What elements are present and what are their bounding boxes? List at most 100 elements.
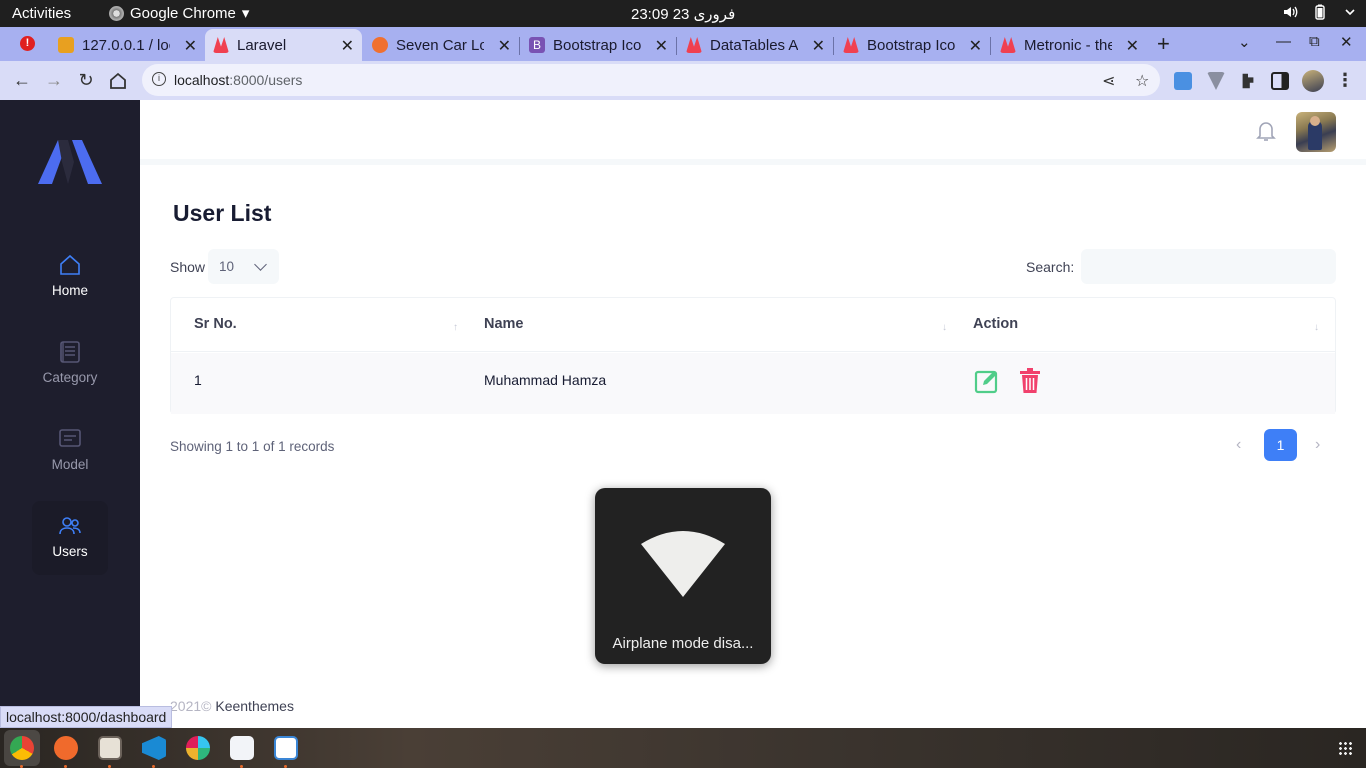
- browser-toolbar: ← → ↻ i localhost:8000/users ⋖ ☆ ⋮: [0, 61, 1366, 100]
- link-status-bubble: localhost:8000/dashboard: [0, 706, 173, 728]
- side-panel-icon[interactable]: [1271, 72, 1289, 90]
- document-viewer-dock-icon[interactable]: [274, 736, 298, 760]
- home-button-icon[interactable]: [108, 71, 128, 91]
- text-editor-dock-icon[interactable]: [230, 736, 254, 760]
- close-tab-icon[interactable]: ✕: [184, 36, 197, 56]
- user-avatar[interactable]: [1296, 112, 1336, 152]
- tab-datatables[interactable]: DataTables Advanced ✕: [678, 29, 833, 61]
- profile-avatar[interactable]: [1302, 70, 1324, 92]
- extension-icon[interactable]: [1174, 72, 1192, 90]
- category-icon: [60, 341, 80, 363]
- airplane-mode-osd: Airplane mode disa...: [595, 488, 771, 664]
- sidebar-item-category[interactable]: Category: [32, 327, 108, 401]
- url-text[interactable]: localhost:8000/users: [174, 72, 302, 88]
- tab-favicon-icon: [213, 37, 229, 53]
- vscode-dock-icon[interactable]: [142, 736, 166, 760]
- pagination-page-button[interactable]: 1: [1264, 429, 1297, 461]
- tab-laravel[interactable]: Laravel ✕: [205, 29, 362, 61]
- app-sidebar: Home Category Model Users: [0, 100, 140, 728]
- tab-bootstrap-icons-2[interactable]: Bootstrap Icons ✕: [835, 29, 990, 61]
- new-tab-plus-icon[interactable]: +: [1157, 31, 1170, 57]
- volume-icon: [1284, 6, 1298, 18]
- caret-down-icon: ▾: [241, 5, 250, 22]
- tab-search-chevron-icon[interactable]: ⌄: [1238, 33, 1251, 51]
- length-label: Show: [170, 259, 206, 275]
- postman-dock-icon[interactable]: [54, 736, 78, 760]
- address-bar[interactable]: i localhost:8000/users ⋖ ☆: [142, 64, 1160, 96]
- sidebar-item-label: Category: [42, 370, 98, 385]
- sort-asc-icon: ↑: [453, 322, 458, 333]
- files-dock-icon[interactable]: [98, 736, 122, 760]
- close-window-icon[interactable]: ✕: [1340, 33, 1353, 51]
- tab-favicon-icon: [686, 37, 702, 53]
- clock[interactable]: 23:09 23 فروری: [631, 5, 735, 23]
- search-label: Search:: [1026, 259, 1075, 275]
- puzzle-icon[interactable]: [1242, 73, 1254, 89]
- close-tab-icon[interactable]: ✕: [655, 36, 668, 56]
- delete-trash-icon[interactable]: [1019, 368, 1041, 394]
- vue-devtools-icon[interactable]: [1207, 72, 1225, 90]
- sidebar-item-model[interactable]: Model: [32, 414, 108, 488]
- warning-icon[interactable]: !: [20, 36, 35, 51]
- tab-bootstrap-icons[interactable]: B Bootstrap Icons ✕: [521, 29, 676, 61]
- footer-brand-link[interactable]: Keenthemes: [215, 698, 294, 714]
- slack-dock-icon[interactable]: [186, 736, 210, 760]
- column-header-name[interactable]: Name: [484, 316, 524, 332]
- app-logo[interactable]: [38, 140, 102, 184]
- length-select[interactable]: 10: [208, 249, 279, 284]
- tab-seven-car[interactable]: Seven Car Lounge ✕: [364, 29, 519, 61]
- sidebar-item-users[interactable]: Users: [32, 501, 108, 575]
- bookmark-star-icon[interactable]: ☆: [1135, 71, 1149, 91]
- system-top-bar: Activities Google Chrome ▾ 23:09 23 فرور…: [0, 0, 1366, 27]
- close-tab-icon[interactable]: ✕: [812, 36, 825, 56]
- users-table: Sr No. ↑ Name ↓ Action ↓ 1 Muhammad Hamz…: [170, 297, 1336, 414]
- column-header-sr-no[interactable]: Sr No.: [194, 316, 237, 332]
- notification-bell-icon[interactable]: [1256, 120, 1276, 142]
- close-tab-icon[interactable]: ✕: [969, 36, 982, 56]
- system-tray[interactable]: [1282, 4, 1358, 20]
- footer: 2021© Keenthemes: [170, 698, 294, 714]
- wifi-icon: [641, 531, 725, 597]
- sidebar-item-label: Users: [52, 544, 88, 559]
- tab-separator: [676, 37, 677, 55]
- tab-favicon-icon: [1000, 37, 1016, 53]
- app-menu[interactable]: Google Chrome ▾: [109, 4, 249, 22]
- reload-icon[interactable]: ↻: [75, 69, 97, 91]
- close-tab-icon[interactable]: ✕: [498, 36, 511, 56]
- share-icon[interactable]: ⋖: [1102, 71, 1115, 91]
- pagination-prev-icon[interactable]: ‹: [1236, 436, 1241, 454]
- sidebar-item-home[interactable]: Home: [32, 240, 108, 314]
- site-info-icon[interactable]: i: [152, 72, 166, 86]
- sort-icon: ↓: [942, 322, 947, 333]
- users-icon: [59, 517, 81, 535]
- tab-title: Bootstrap Icons: [553, 36, 641, 54]
- tab-title: Laravel: [237, 36, 287, 54]
- table-info: Showing 1 to 1 of 1 records: [170, 439, 335, 454]
- cell-name: Muhammad Hamza: [484, 372, 607, 388]
- kebab-menu-icon[interactable]: ⋮: [1334, 69, 1356, 91]
- chrome-dock-icon[interactable]: [10, 736, 34, 760]
- table-row: 1 Muhammad Hamza: [171, 353, 1335, 414]
- home-icon: [60, 254, 80, 275]
- pagination-next-icon[interactable]: ›: [1315, 436, 1320, 454]
- tab-phpmyadmin[interactable]: 127.0.0.1 / localhost ✕: [50, 29, 205, 61]
- tab-separator: [833, 37, 834, 55]
- show-apps-grid-icon[interactable]: [1338, 741, 1352, 755]
- page-title: User List: [173, 200, 272, 226]
- forward-arrow-icon[interactable]: →: [43, 69, 65, 91]
- column-header-action[interactable]: Action: [973, 316, 1018, 332]
- search-input[interactable]: [1081, 249, 1336, 284]
- close-tab-icon[interactable]: ✕: [341, 36, 354, 56]
- tab-favicon-icon: [372, 37, 388, 53]
- activities-button[interactable]: Activities: [12, 5, 71, 22]
- edit-icon[interactable]: [974, 368, 1000, 394]
- restore-icon[interactable]: ⧉: [1309, 33, 1320, 50]
- battery-icon: [1315, 4, 1325, 20]
- model-icon: [59, 429, 81, 447]
- tab-metronic[interactable]: Metronic - the ✕: [992, 29, 1147, 61]
- back-arrow-icon[interactable]: ←: [11, 69, 33, 91]
- tab-favicon-icon: B: [529, 37, 545, 53]
- cell-sr-no: 1: [194, 372, 202, 388]
- close-tab-icon[interactable]: ✕: [1126, 36, 1139, 56]
- minimize-icon[interactable]: —: [1276, 33, 1291, 50]
